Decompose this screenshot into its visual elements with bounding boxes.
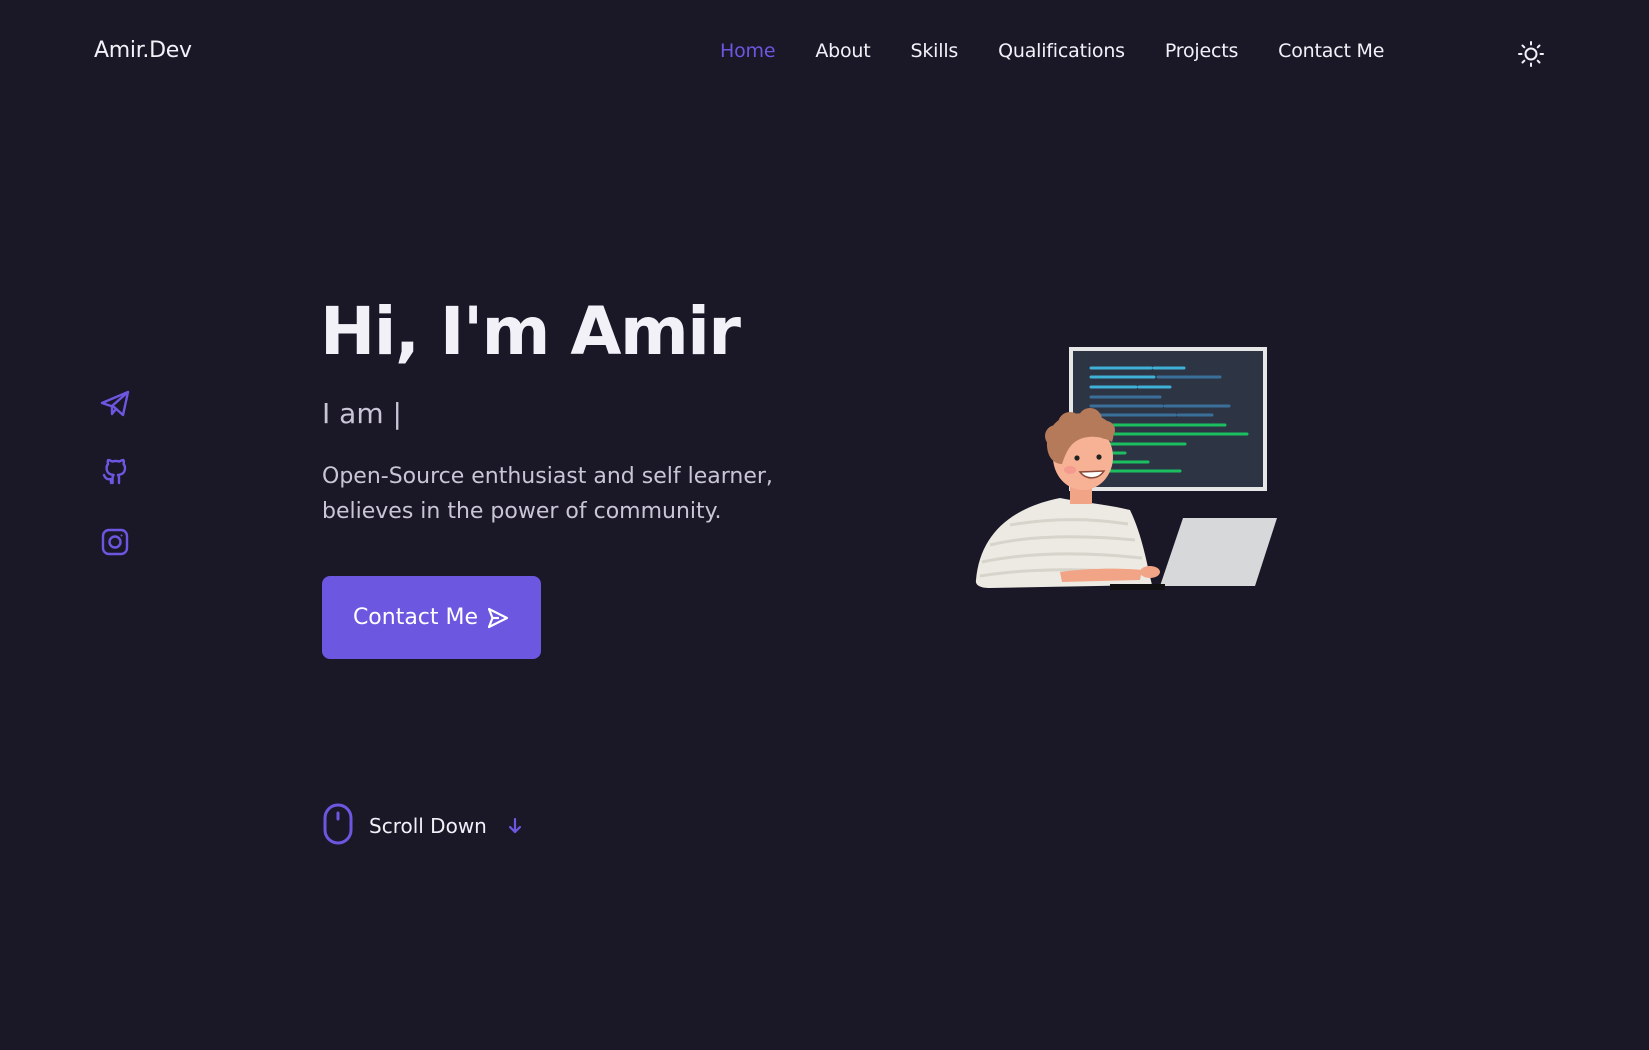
nav-contact[interactable]: Contact Me <box>1278 40 1384 62</box>
nav-about[interactable]: About <box>815 40 870 62</box>
hero-subtitle: I am | <box>322 397 402 430</box>
sun-icon[interactable] <box>1517 40 1545 68</box>
hero-description: Open-Source enthusiast and self learner,… <box>322 459 842 529</box>
main-nav: Home About Skills Qualifications Project… <box>720 40 1384 62</box>
portfolio-page: Amir.Dev Home About Skills Qualification… <box>0 0 1649 1050</box>
hero-title: Hi, I'm Amir <box>320 293 741 370</box>
github-icon[interactable] <box>99 456 131 488</box>
nav-skills[interactable]: Skills <box>911 40 959 62</box>
scroll-down-link[interactable]: Scroll Down <box>323 803 525 849</box>
developer-illustration <box>970 340 1290 600</box>
nav-projects[interactable]: Projects <box>1165 40 1239 62</box>
arrow-down-icon <box>505 816 525 836</box>
telegram-icon[interactable] <box>99 388 131 420</box>
contact-me-button-label: Contact Me <box>352 605 479 630</box>
send-icon <box>486 606 510 630</box>
nav-home[interactable]: Home <box>720 40 776 62</box>
hero-description-line-2: believes in the power of community. <box>322 499 722 524</box>
site-logo[interactable]: Amir.Dev <box>94 38 192 63</box>
contact-me-button[interactable]: Contact Me <box>322 576 541 659</box>
scroll-down-label: Scroll Down <box>369 814 487 838</box>
nav-qualifications[interactable]: Qualifications <box>998 40 1125 62</box>
mouse-icon <box>323 803 353 849</box>
hero-description-line-1: Open-Source enthusiast and self learner, <box>322 464 773 489</box>
instagram-icon[interactable] <box>99 526 131 558</box>
